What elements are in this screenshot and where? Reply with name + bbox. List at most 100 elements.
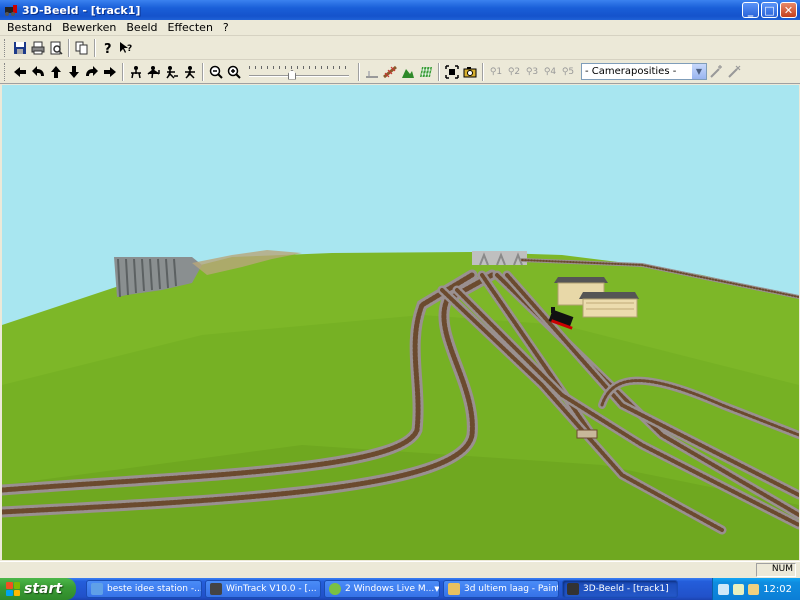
camera-position-number: 3: [532, 66, 539, 77]
start-button[interactable]: start: [0, 578, 76, 600]
menu-bestand[interactable]: Bestand: [2, 21, 57, 34]
task-button-active[interactable]: 3D-Beeld - [track1]: [562, 580, 678, 598]
window-title: 3D-Beeld - [track1]: [22, 3, 141, 17]
rotate-right-icon: [86, 65, 98, 76]
camera-button[interactable]: [461, 63, 479, 81]
camera-pin-icon: ⚲: [507, 66, 515, 77]
svg-text:?: ?: [127, 44, 132, 54]
camera-pin-icon: ⚲: [561, 66, 569, 77]
menu-effecten[interactable]: Effecten: [163, 21, 218, 34]
zoom-in-icon: [227, 65, 241, 79]
camera-add-button[interactable]: [707, 63, 725, 81]
chevron-down-icon[interactable]: ▼: [691, 64, 706, 79]
task-button[interactable]: 2 Windows Live M... ▼: [324, 580, 440, 598]
toolbar-separator: [68, 38, 70, 57]
camera-position-5-button[interactable]: ⚲ 5: [559, 63, 577, 81]
task-button[interactable]: beste idee station -...: [86, 580, 202, 598]
help-button[interactable]: ?: [99, 39, 117, 57]
security-icon[interactable]: [748, 583, 760, 595]
walk-4-button[interactable]: [181, 63, 199, 81]
ground-icon: [366, 70, 378, 78]
walk-3-button[interactable]: [163, 63, 181, 81]
copy-button[interactable]: [73, 39, 91, 57]
walk-2-icon: [147, 65, 160, 78]
camera-position-number: 1: [496, 66, 503, 77]
camera-position-3-button[interactable]: ⚲ 3: [523, 63, 541, 81]
minimize-icon: _: [747, 3, 754, 17]
camera-icon: [463, 66, 477, 77]
rotate-right-button[interactable]: [83, 63, 101, 81]
clock[interactable]: 12:02: [763, 584, 792, 595]
track-button[interactable]: [381, 63, 399, 81]
buffer-stop: [576, 429, 598, 439]
camera-position-number: 5: [568, 66, 575, 77]
explorer-icon: [91, 583, 103, 595]
svg-text:?: ?: [104, 42, 112, 55]
task-list: beste idee station -... WinTrack V10.0 -…: [86, 580, 678, 598]
rotate-left-button[interactable]: [29, 63, 47, 81]
3d-scene[interactable]: [2, 85, 799, 560]
slider-thumb[interactable]: [288, 69, 296, 80]
station-roof-2: [579, 292, 639, 299]
save-icon: [14, 41, 26, 54]
camera-pin-icon: ⚲: [489, 66, 497, 77]
move-left-button[interactable]: [11, 63, 29, 81]
volume-icon[interactable]: [718, 583, 730, 595]
network-icon[interactable]: [733, 583, 745, 595]
context-help-button[interactable]: ?: [117, 39, 135, 57]
move-down-button[interactable]: [65, 63, 83, 81]
menu-bewerken[interactable]: Bewerken: [57, 21, 121, 34]
move-up-button[interactable]: [47, 63, 65, 81]
grid-button[interactable]: [417, 63, 435, 81]
task-label: WinTrack V10.0 - [...: [226, 584, 317, 594]
toolbar-grip[interactable]: [4, 38, 7, 57]
task-group-arrow-icon: ▼: [434, 585, 440, 593]
3d-viewport[interactable]: [2, 85, 799, 560]
windows-live-messenger-icon: [329, 583, 341, 595]
task-button[interactable]: WinTrack V10.0 - [...: [205, 580, 321, 598]
print-preview-icon: [50, 41, 63, 55]
move-right-button[interactable]: [101, 63, 119, 81]
speed-slider[interactable]: [247, 63, 351, 81]
zoom-out-button[interactable]: [207, 63, 225, 81]
camera-position-number: 2: [514, 66, 521, 77]
camera-positions-select[interactable]: - Cameraposities - ▼: [581, 63, 707, 80]
toolbar-separator: [94, 38, 96, 57]
walk-2-button[interactable]: [145, 63, 163, 81]
terrain-button[interactable]: [399, 63, 417, 81]
ground-button[interactable]: [363, 63, 381, 81]
fit-view-button[interactable]: [443, 63, 461, 81]
walk-1-button[interactable]: [127, 63, 145, 81]
minimize-button[interactable]: _: [742, 2, 759, 18]
arrow-right-icon: [104, 66, 116, 77]
zoom-out-icon: [209, 65, 223, 79]
camera-add-icon: [710, 64, 722, 78]
camera-pin-icon: ⚲: [543, 66, 551, 77]
menu-help[interactable]: ?: [218, 21, 234, 34]
toolbar-grip[interactable]: [4, 62, 7, 81]
maximize-button[interactable]: □: [761, 2, 778, 18]
save-button[interactable]: [11, 39, 29, 57]
camera-pin-icon: ⚲: [525, 66, 533, 77]
windows-logo-icon: [6, 582, 20, 596]
num-lock-indicator: NUM: [756, 563, 796, 577]
task-label: beste idee station -...: [107, 584, 202, 594]
title-bar[interactable]: 3D-Beeld - [track1] _ □ ✕: [0, 0, 800, 20]
context-help-icon: ?: [120, 41, 132, 54]
task-label: 3d ultiem laag - Paint: [464, 584, 559, 594]
zoom-in-button[interactable]: [225, 63, 243, 81]
close-button[interactable]: ✕: [780, 2, 797, 18]
task-label: 2 Windows Live M...: [345, 584, 435, 594]
print-button[interactable]: [29, 39, 47, 57]
status-bar: NUM: [0, 561, 800, 578]
camera-delete-button[interactable]: [725, 63, 743, 81]
camera-position-2-button[interactable]: ⚲ 2: [505, 63, 523, 81]
camera-position-1-button[interactable]: ⚲ 1: [487, 63, 505, 81]
task-button[interactable]: 3d ultiem laag - Paint: [443, 580, 559, 598]
print-preview-button[interactable]: [47, 39, 65, 57]
wintrack-3d-icon: [567, 583, 579, 595]
camera-position-4-button[interactable]: ⚲ 4: [541, 63, 559, 81]
terrain-icon: [402, 68, 414, 78]
toolbar-separator: [122, 62, 124, 81]
menu-beeld[interactable]: Beeld: [121, 21, 162, 34]
